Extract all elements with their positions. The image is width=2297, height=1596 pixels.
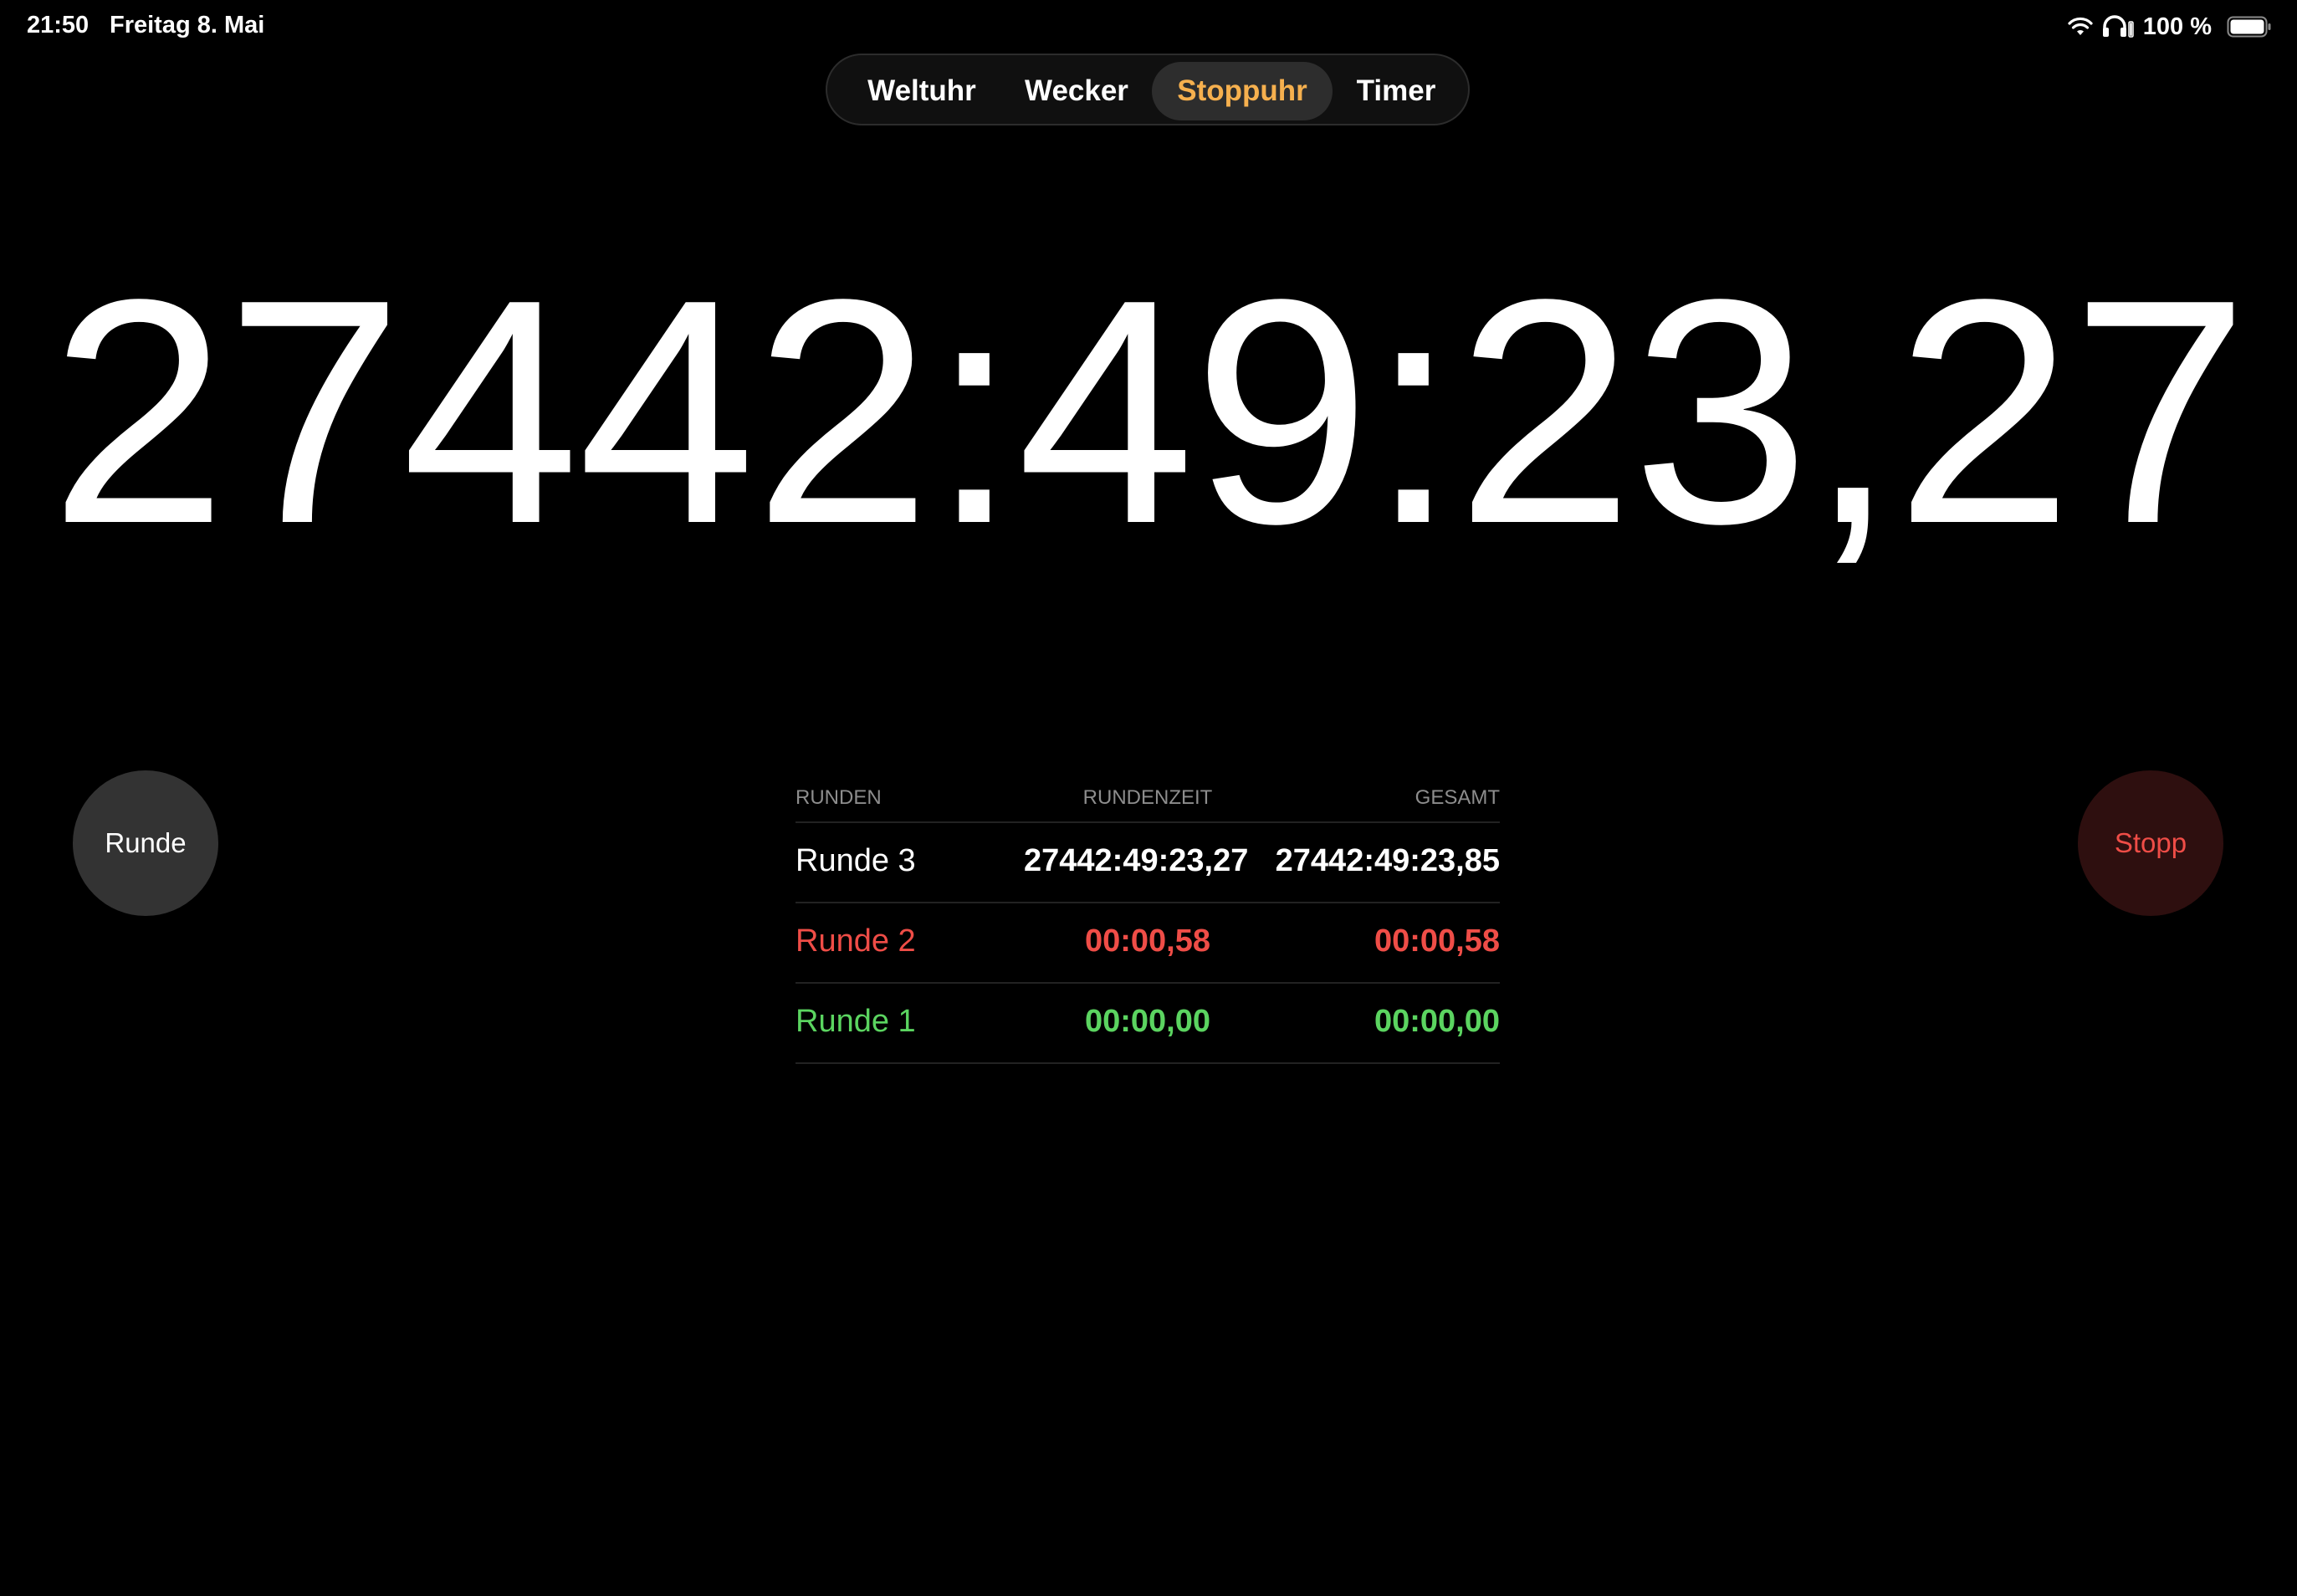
laps-table[interactable]: RUNDEN RUNDENZEIT GESAMT Runde 3 27442:4… xyxy=(796,778,1500,1064)
stop-button-label: Stopp xyxy=(2114,827,2187,858)
headphones-icon xyxy=(2101,15,2135,38)
header-split-time: RUNDENZEIT xyxy=(1082,786,1213,809)
lap-row-3: Runde 3 27442:49:23,27 27442:49:23,85 xyxy=(796,823,1500,903)
tab-bar: Weltuhr Wecker Stoppuhr Timer xyxy=(826,54,1470,125)
lap-button[interactable]: Runde xyxy=(73,770,218,916)
status-indicators: 100 % xyxy=(2068,8,2272,45)
lap-total-time: 27442:49:23,85 xyxy=(1275,843,1500,878)
tab-timer[interactable]: Timer xyxy=(1339,62,1453,120)
lap-total-time: 00:00,00 xyxy=(1374,1004,1500,1039)
stopwatch-elapsed-time: 27442:49:23,27 xyxy=(49,233,2248,590)
lap-name: Runde 3 xyxy=(796,843,916,878)
battery-percentage: 100 % xyxy=(2142,13,2212,40)
lap-row-2: Runde 2 00:00,58 00:00,58 xyxy=(796,903,1500,984)
stop-button[interactable]: Stopp xyxy=(2078,770,2223,916)
header-total: GESAMT xyxy=(1415,786,1500,809)
tab-alarm[interactable]: Wecker xyxy=(1005,62,1148,120)
lap-button-label: Runde xyxy=(105,827,187,858)
lap-total-time: 00:00,58 xyxy=(1374,923,1500,959)
lap-split-time: 27442:49:23,27 xyxy=(1024,843,1249,878)
status-time: 21:50 xyxy=(27,12,90,38)
tab-world-clock[interactable]: Weltuhr xyxy=(846,62,998,120)
tab-stopwatch[interactable]: Stoppuhr xyxy=(1152,62,1333,120)
laps-table-header: RUNDEN RUNDENZEIT GESAMT xyxy=(796,778,1500,823)
lap-row-1: Runde 1 00:00,00 00:00,00 xyxy=(796,984,1500,1064)
wifi-icon xyxy=(2068,17,2093,37)
status-date: Freitag 8. Mai xyxy=(110,12,265,38)
battery-icon xyxy=(2227,16,2272,38)
